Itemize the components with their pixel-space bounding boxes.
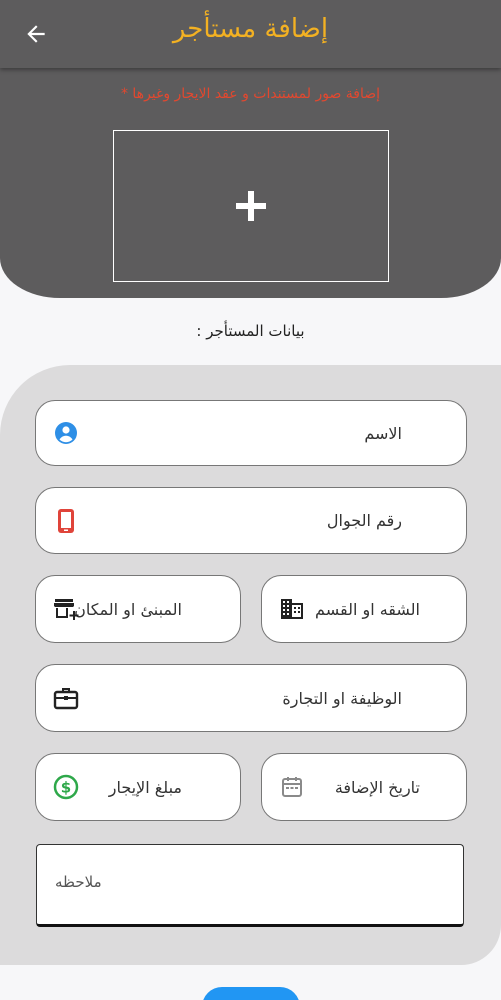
upload-panel: إضافة صور لمستندات و عقد الايجار وغيرها …: [0, 68, 501, 298]
phone-icon: [52, 507, 80, 535]
person-icon: [52, 419, 80, 447]
upload-hint: إضافة صور لمستندات و عقد الايجار وغيرها …: [120, 86, 381, 102]
building-icon: [278, 595, 306, 623]
name-placeholder: الاسم: [364, 423, 402, 443]
plus-icon: [236, 191, 266, 221]
job-field[interactable]: الوظيفة او التجارة: [35, 664, 467, 732]
name-field[interactable]: الاسم: [35, 400, 467, 466]
app-bar: إضافة مستأجر: [0, 0, 501, 68]
date-field[interactable]: تاريخ الإضافة: [261, 753, 467, 821]
svg-text:$: $: [61, 779, 71, 797]
dollar-icon: $: [52, 773, 80, 801]
upload-documents-button[interactable]: [113, 130, 389, 282]
job-placeholder: الوظيفة او التجارة: [282, 688, 402, 708]
notes-textarea[interactable]: ملاحظه: [36, 844, 464, 927]
briefcase-icon: [52, 684, 80, 712]
building-field[interactable]: المبنئ او المكان: [35, 575, 241, 643]
phone-placeholder: رقم الجوال: [326, 511, 402, 530]
phone-field[interactable]: رقم الجوال: [35, 487, 467, 554]
add-business-icon: [52, 595, 80, 623]
page-title: إضافة مستأجر: [172, 14, 329, 44]
rent-field[interactable]: مبلغ الإيجار $: [35, 753, 241, 821]
save-button[interactable]: [202, 987, 300, 1000]
calendar-icon: [278, 773, 306, 801]
tenant-data-heading: بيانات المستأجر :: [196, 322, 305, 340]
apartment-field[interactable]: الشقه او القسم: [261, 575, 467, 643]
notes-placeholder: ملاحظه: [55, 873, 102, 891]
